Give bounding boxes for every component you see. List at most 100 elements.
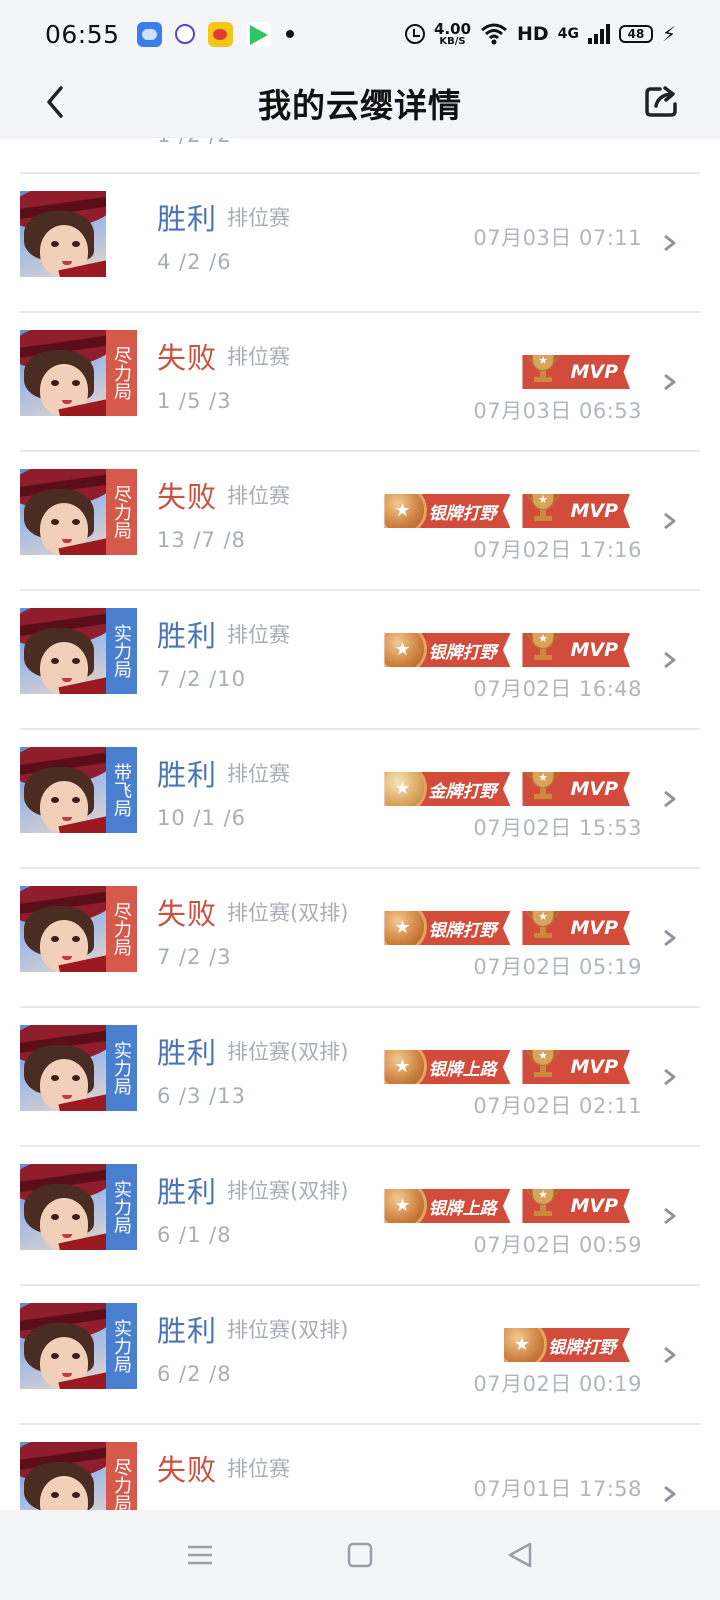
chevron-right-icon [664,1068,676,1086]
match-type-tag: 尽力局 [106,330,137,416]
match-mode: 排位赛 [227,206,290,230]
role-badge: ★ 银牌打野 [384,633,511,667]
match-row[interactable]: 带飞局 胜利 排位赛 10 /1 /6 07月02日 15:53 ★ 金牌打野 ★ MVP [0,728,720,870]
mvp-label: MVP [570,917,618,939]
match-row[interactable]: 实力局 胜利 排位赛 7 /2 /10 07月02日 16:48 ★ 银牌打野 ★ MVP [0,589,720,731]
trophy-icon: ★ [526,494,561,521]
match-badges: ★ 银牌上路 ★ MVP [384,1179,630,1223]
mvp-badge: ★ MVP [522,772,630,806]
match-time: 07月01日 17:58 [473,1477,642,1501]
match-result: 胜利 [157,619,218,653]
nav-menu-button[interactable] [180,1535,220,1575]
chevron-right-icon [664,1207,676,1225]
header-bar: 我的云缨详情 [0,68,720,138]
match-kda: 1 /5 /3 [157,389,232,413]
mvp-badge: ★ MVP [522,1050,630,1084]
match-row[interactable]: 尽力局 失败 排位赛(双排) 7 /2 /3 07月02日 05:19 ★ 银牌打野 ★ MVP [0,867,720,1009]
match-kda: 6 /1 /8 [157,1223,232,1247]
match-result: 胜利 [157,202,218,236]
row-divider [20,728,700,730]
match-row[interactable]: 实力局 胜利 排位赛(双排) 6 /3 /13 07月02日 02:11 ★ 银牌上路 ★ MV… [0,1006,720,1148]
chevron-right-icon [664,234,676,252]
match-row[interactable]: 尽力局 失败 排位赛 13 /7 /8 07月02日 17:16 ★ 银牌打野 ★ MVP [0,450,720,592]
match-mode: 排位赛(双排) [227,901,349,925]
row-divider [20,311,700,313]
match-time: 07月02日 15:53 [473,816,642,840]
row-divider [20,1006,700,1008]
nav-back-button[interactable] [500,1535,540,1575]
match-kda: 1 /2 /2 [157,138,232,147]
hero-avatar [20,747,106,833]
match-result: 胜利 [157,1175,218,1209]
match-mode: 排位赛 [227,484,290,508]
chevron-right-icon [664,373,676,391]
match-type-tag: 实力局 [106,1025,137,1111]
match-result: 失败 [157,897,218,931]
mvp-label: MVP [570,500,618,522]
weibo-app-icon [207,21,233,47]
chevron-right-icon [664,512,676,530]
medal-icon: ★ [384,494,425,528]
row-divider [20,1284,700,1286]
role-badge-label: 银牌打野 [428,920,497,941]
trophy-icon: ★ [526,772,561,799]
medal-icon: ★ [384,633,425,667]
match-row[interactable]: 尽力局 失败 排位赛 1 /5 /3 07月03日 06:53 ★ MVP [0,311,720,453]
wifi-icon [480,23,508,45]
match-type-tag: 尽力局 [106,469,137,555]
mvp-label: MVP [570,1195,618,1217]
nav-home-button[interactable] [340,1535,380,1575]
share-button[interactable] [642,80,682,120]
mvp-badge: ★ MVP [522,355,630,389]
match-badges: ★ 银牌打野 ★ MVP [384,901,630,945]
network-speed: 4.00 KB/S [434,19,472,47]
square-icon [347,1542,373,1568]
svg-text:★: ★ [539,354,549,367]
hero-avatar [20,1303,106,1389]
hero-avatar [20,191,106,277]
hd-indicator: HD [517,23,549,45]
match-kda: 6 /3 /13 [157,1084,246,1108]
match-result: 失败 [157,1453,218,1487]
match-mode: 排位赛(双排) [227,1040,349,1064]
match-row[interactable]: 实力局 胜利 排位赛(双排) 6 /1 /8 07月02日 00:59 ★ 银牌上路 ★ MVP [0,1145,720,1287]
match-type-tag: 尽力局 [106,886,137,972]
svg-text:★: ★ [539,632,549,645]
match-mode: 排位赛 [227,345,290,369]
row-divider [20,867,700,869]
network-speed-value: 4.00 [434,19,472,38]
match-row[interactable]: 实力局 胜利 排位赛(双排) 6 /2 /8 07月02日 00:19 ★ 银牌打野 [0,1284,720,1426]
match-badges: ★ MVP [522,345,630,389]
match-mode: 排位赛(双排) [227,1179,349,1203]
match-badges: ★ 银牌打野 ★ MVP [384,484,630,528]
partial-match-row[interactable]: 1 /2 /2 [0,138,720,170]
match-mode: 排位赛 [227,623,290,647]
match-time: 07月02日 16:48 [473,677,642,701]
match-type-tag: 尽力局 [106,1442,137,1510]
hero-avatar [20,608,106,694]
match-kda: 4 /2 /6 [157,250,232,274]
hero-avatar [20,469,106,555]
mvp-badge: ★ MVP [522,633,630,667]
back-button[interactable] [38,82,78,122]
role-badge-label: 银牌打野 [428,642,497,663]
role-badge-label: 银牌打野 [428,503,497,524]
match-row[interactable]: 尽力局 失败 排位赛 07月01日 17:58 [0,1423,720,1510]
match-type-tag: 实力局 [106,1303,137,1389]
mvp-badge: ★ MVP [522,494,630,528]
match-row[interactable]: 胜利 排位赛 4 /2 /6 07月03日 07:11 [0,172,720,314]
status-bar: 06:55 4.00 KB/S HD 4G 48 ⚡ [0,0,720,68]
svg-text:★: ★ [539,1049,549,1062]
svg-text:★: ★ [539,910,549,923]
chevron-right-icon [664,790,676,808]
orbit-app-icon [174,24,195,44]
medal-icon: ★ [384,911,425,945]
mvp-label: MVP [570,639,618,661]
svg-text:★: ★ [539,1188,549,1201]
match-result: 失败 [157,341,218,375]
match-time: 07月02日 17:16 [473,538,642,562]
match-time: 07月02日 05:19 [473,955,642,979]
match-mode: 排位赛 [227,762,290,786]
hero-avatar [20,1442,106,1510]
hero-avatar [20,330,106,416]
